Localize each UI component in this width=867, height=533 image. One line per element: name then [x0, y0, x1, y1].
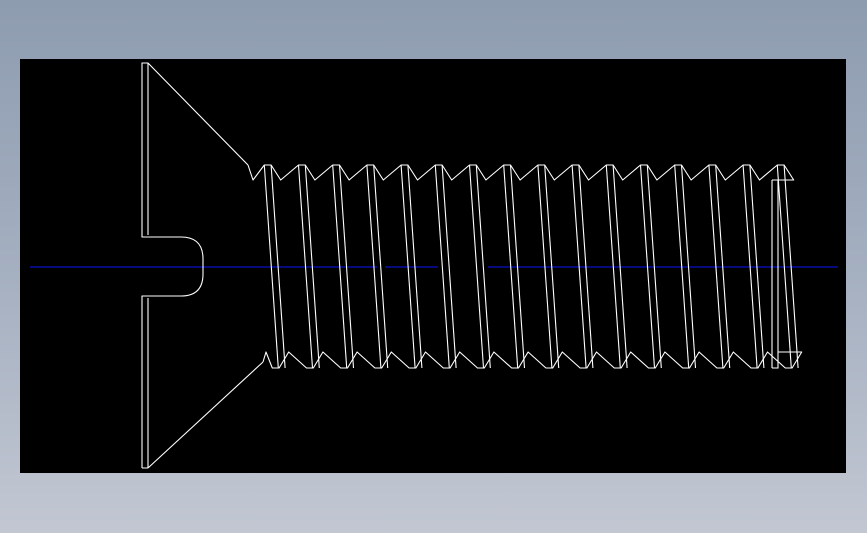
screw-head [141, 62, 264, 469]
thread-bottom-profile [262, 351, 803, 369]
screw-drawing [30, 62, 838, 469]
head-outline [141, 62, 264, 469]
thread-top-profile [247, 164, 795, 181]
cad-viewport[interactable] [20, 59, 846, 473]
thread-helix-line [441, 164, 457, 369]
thread-helix-line [468, 164, 485, 369]
thread-end [771, 179, 779, 369]
